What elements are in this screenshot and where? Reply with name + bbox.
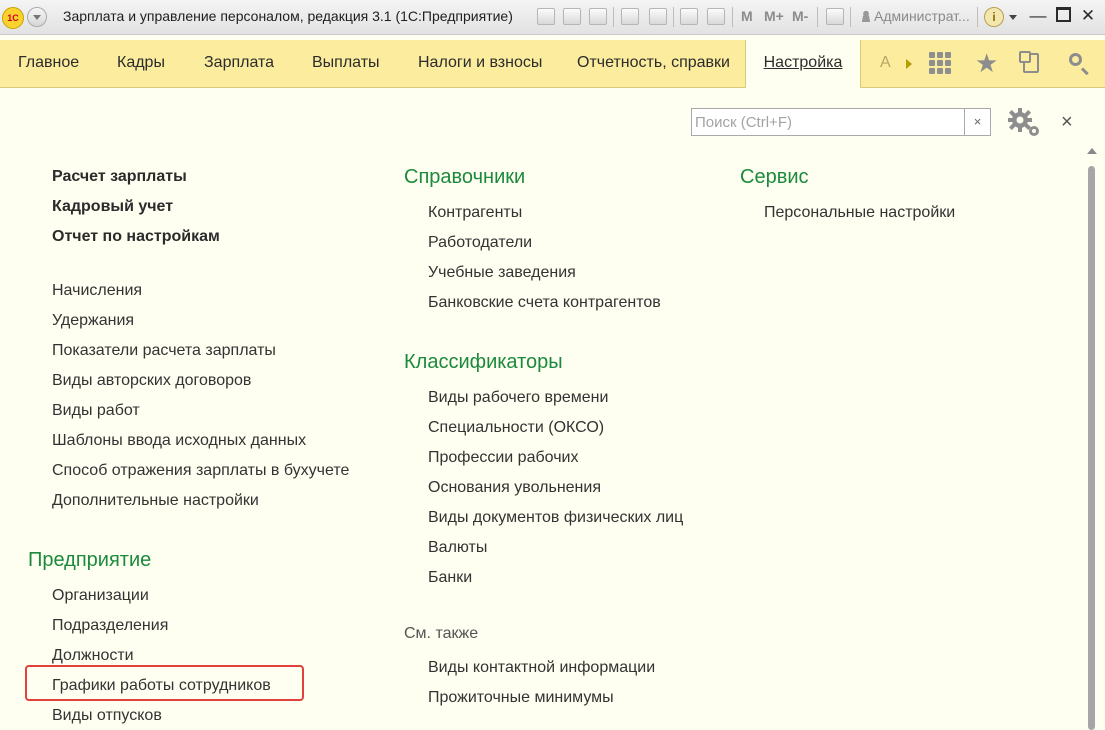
section-settings-active[interactable]: Настройка [745, 40, 861, 88]
section-salary[interactable]: Зарплата [204, 40, 274, 87]
toolbar-separator [732, 7, 733, 27]
link-salary-reflection[interactable]: Способ отражения зарплаты в бухучете [52, 461, 349, 481]
link-positions[interactable]: Должности [52, 646, 134, 666]
section-settings-label: Настройка [763, 54, 843, 71]
link-work-types[interactable]: Виды работ [52, 401, 140, 421]
vertical-scrollbar[interactable] [1085, 146, 1099, 730]
current-user[interactable]: Администрат... [861, 0, 970, 33]
maximize-button[interactable] [1052, 5, 1074, 27]
link-salary-calculation[interactable]: Расчет зарплаты [52, 167, 187, 187]
memory-m-minus-icon[interactable]: M- [792, 0, 808, 33]
link-subsistence-minimums[interactable]: Прожиточные минимумы [428, 688, 614, 708]
title-bar: 1С Зарплата и управление персоналом, ред… [0, 0, 1105, 35]
group-title-catalogs: Справочники [404, 166, 526, 188]
link-settings-report[interactable]: Отчет по настройкам [52, 227, 220, 247]
maximize-icon [1055, 7, 1071, 22]
toolbar-separator [817, 7, 818, 27]
link-additional-settings[interactable]: Дополнительные настройки [52, 491, 259, 511]
calculator-icon[interactable] [680, 8, 698, 25]
minimize-button[interactable]: — [1027, 5, 1049, 27]
memory-m-icon[interactable]: M [741, 0, 753, 33]
toolbar-separator [613, 7, 614, 27]
save-icon[interactable] [537, 8, 555, 25]
close-window-button[interactable]: ✕ [1077, 5, 1099, 27]
print-preview-icon[interactable] [589, 8, 607, 25]
link-work-time-types[interactable]: Виды рабочего времени [428, 388, 608, 408]
info-dropdown-icon[interactable] [1009, 15, 1017, 20]
panels-icon[interactable] [826, 8, 844, 25]
gear-icon[interactable] [1006, 108, 1042, 138]
link-author-contract-types[interactable]: Виды авторских договоров [52, 371, 251, 391]
link-currencies[interactable]: Валюты [428, 538, 487, 558]
history-icon[interactable] [1019, 51, 1039, 73]
main-menu-button[interactable] [27, 7, 47, 27]
memory-m-plus-icon[interactable]: M+ [764, 0, 784, 33]
section-payments[interactable]: Выплаты [312, 40, 380, 87]
link-counterparties[interactable]: Контрагенты [428, 203, 522, 223]
group-title-enterprise: Предприятие [28, 549, 152, 571]
user-icon [861, 10, 871, 22]
link-specialties-okso[interactable]: Специальности (ОКСО) [428, 418, 604, 438]
close-panel-button[interactable]: × [1061, 110, 1073, 134]
link-accruals[interactable]: Начисления [52, 281, 142, 301]
user-name-label: Администрат... [874, 8, 970, 24]
link-employers[interactable]: Работодатели [428, 233, 532, 253]
link-educational-institutions[interactable]: Учебные заведения [428, 263, 576, 283]
search-icon[interactable] [1069, 53, 1082, 66]
section-taxes[interactable]: Налоги и взносы [418, 40, 542, 87]
link-departments[interactable]: Подразделения [52, 616, 168, 636]
all-functions-grid-icon[interactable] [929, 52, 951, 74]
link-icon[interactable] [649, 8, 667, 25]
link-deductions[interactable]: Удержания [52, 311, 134, 331]
link-contact-info-types[interactable]: Виды контактной информации [428, 658, 655, 678]
group-title-classifiers: Классификаторы [404, 351, 563, 373]
link-person-document-types[interactable]: Виды документов физических лиц [428, 508, 683, 528]
search-clear-button[interactable]: × [965, 108, 991, 136]
see-also-title: См. также [404, 625, 479, 642]
toolbar-separator [850, 7, 851, 27]
link-organizations[interactable]: Организации [52, 586, 149, 606]
favorites-star-icon[interactable]: ★ [975, 47, 998, 79]
link-worker-professions[interactable]: Профессии рабочих [428, 448, 578, 468]
link-counterparty-bank-accounts[interactable]: Банковские счета контрагентов [428, 293, 661, 313]
section-reports[interactable]: Отчетность, справки [577, 40, 730, 87]
link-banks[interactable]: Банки [428, 568, 472, 588]
info-icon[interactable]: i [984, 7, 1004, 27]
group-title-service: Сервис [740, 166, 809, 188]
window-title: Зарплата и управление персоналом, редакц… [63, 8, 513, 24]
print-icon[interactable] [563, 8, 581, 25]
sections-scroll-right-icon[interactable] [906, 59, 912, 69]
favorites-add-icon[interactable] [621, 8, 639, 25]
scroll-up-icon[interactable] [1087, 148, 1097, 154]
toolbar-separator [673, 7, 674, 27]
section-more-label[interactable]: А [880, 40, 891, 87]
search-input[interactable] [691, 108, 965, 136]
link-salary-indicators[interactable]: Показатели расчета зарплаты [52, 341, 276, 361]
calendar-icon[interactable] [707, 8, 725, 25]
scroll-thumb[interactable] [1088, 166, 1095, 730]
1c-logo-icon[interactable]: 1С [2, 7, 24, 29]
link-dismissal-grounds[interactable]: Основания увольнения [428, 478, 601, 498]
link-hr-accounting[interactable]: Кадровый учет [52, 197, 173, 217]
link-input-templates[interactable]: Шаблоны ввода исходных данных [52, 431, 306, 451]
link-personal-settings[interactable]: Персональные настройки [764, 203, 955, 223]
link-vacation-types[interactable]: Виды отпусков [52, 706, 162, 726]
highlight-frame [25, 665, 304, 701]
toolbar-separator [977, 7, 978, 27]
section-main[interactable]: Главное [18, 40, 79, 87]
section-hr[interactable]: Кадры [117, 40, 165, 87]
